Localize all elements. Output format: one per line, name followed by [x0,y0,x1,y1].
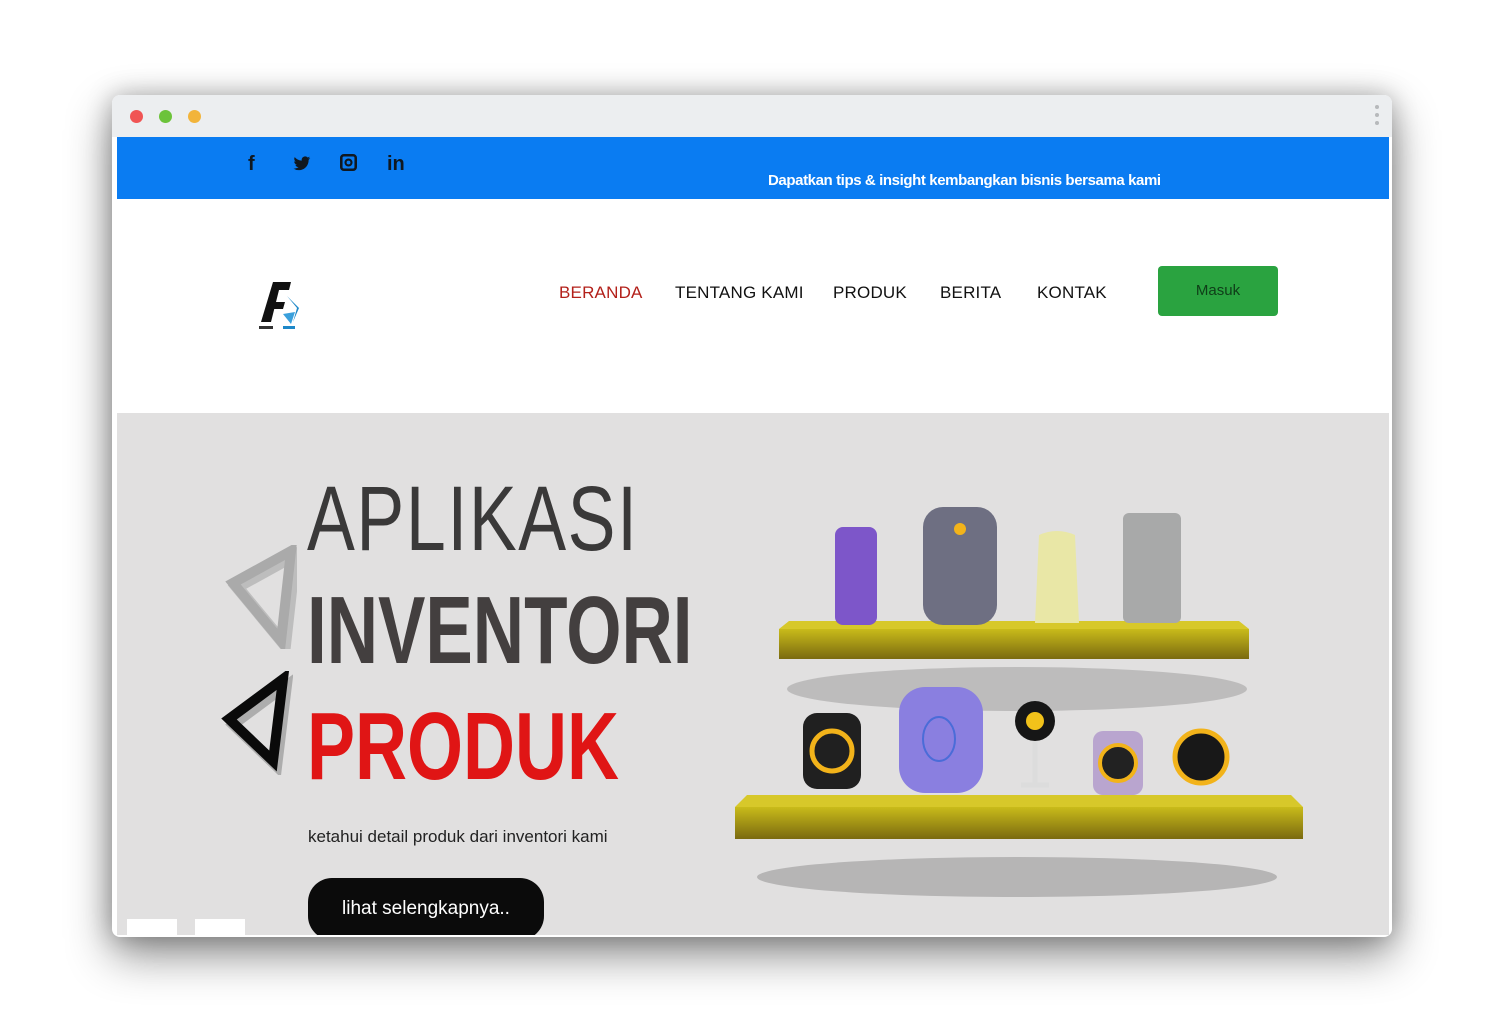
facebook-icon[interactable]: f [248,153,255,175]
thermostat-3 [1172,728,1230,786]
speaker-purple [835,527,877,625]
login-button[interactable]: Masuk [1158,266,1278,316]
hero-title-line3: PRODUK [307,693,620,800]
main-navbar: BERANDA TENTANG KAMI PRODUK BERITA KONTA… [117,199,1389,413]
hero-subtitle: ketahui detail produk dari inventori kam… [308,827,608,846]
close-window-button[interactable] [130,110,143,123]
slider-indicator-1[interactable] [127,919,177,935]
see-more-button[interactable]: lihat selengkapnya.. [308,878,544,935]
minimize-window-button[interactable] [159,110,172,123]
hero-title-line1: APLIKASI [307,468,639,570]
nav-produk[interactable]: PRODUK [833,283,907,303]
company-logo[interactable] [257,278,305,334]
nav-beranda[interactable]: BERANDA [559,283,643,303]
slider-indicator-2[interactable] [195,919,245,935]
triangle-black-icon [221,671,293,775]
browser-window: f in Dapatkan tips & insight kembangkan … [112,95,1392,937]
smart-speaker-white [1035,531,1079,623]
browser-titlebar [112,95,1392,137]
instagram-icon[interactable] [340,154,357,176]
nav-berita[interactable]: BERITA [940,283,1001,303]
twitter-icon[interactable] [293,155,311,177]
shelf-illustration [735,507,1303,897]
nav-tentang-kami[interactable]: TENTANG KAMI [675,283,804,303]
hero-title-line2: INVENTORI [307,577,693,684]
nav-kontak[interactable]: KONTAK [1037,283,1107,303]
speaker-mesh [1123,513,1181,623]
linkedin-icon[interactable]: in [387,153,405,175]
router-purple [899,687,983,793]
maximize-window-button[interactable] [188,110,201,123]
hero-banner: APLIKASI INVENTORI PRODUK ketahui detail… [117,413,1389,935]
top-bar-tagline: Dapatkan tips & insight kembangkan bisni… [768,172,1161,189]
page-viewport: f in Dapatkan tips & insight kembangkan … [117,137,1389,935]
top-bar: f in Dapatkan tips & insight kembangkan … [117,137,1389,199]
browser-menu-icon[interactable] [1374,105,1380,129]
triangle-outline-icon [225,545,297,649]
